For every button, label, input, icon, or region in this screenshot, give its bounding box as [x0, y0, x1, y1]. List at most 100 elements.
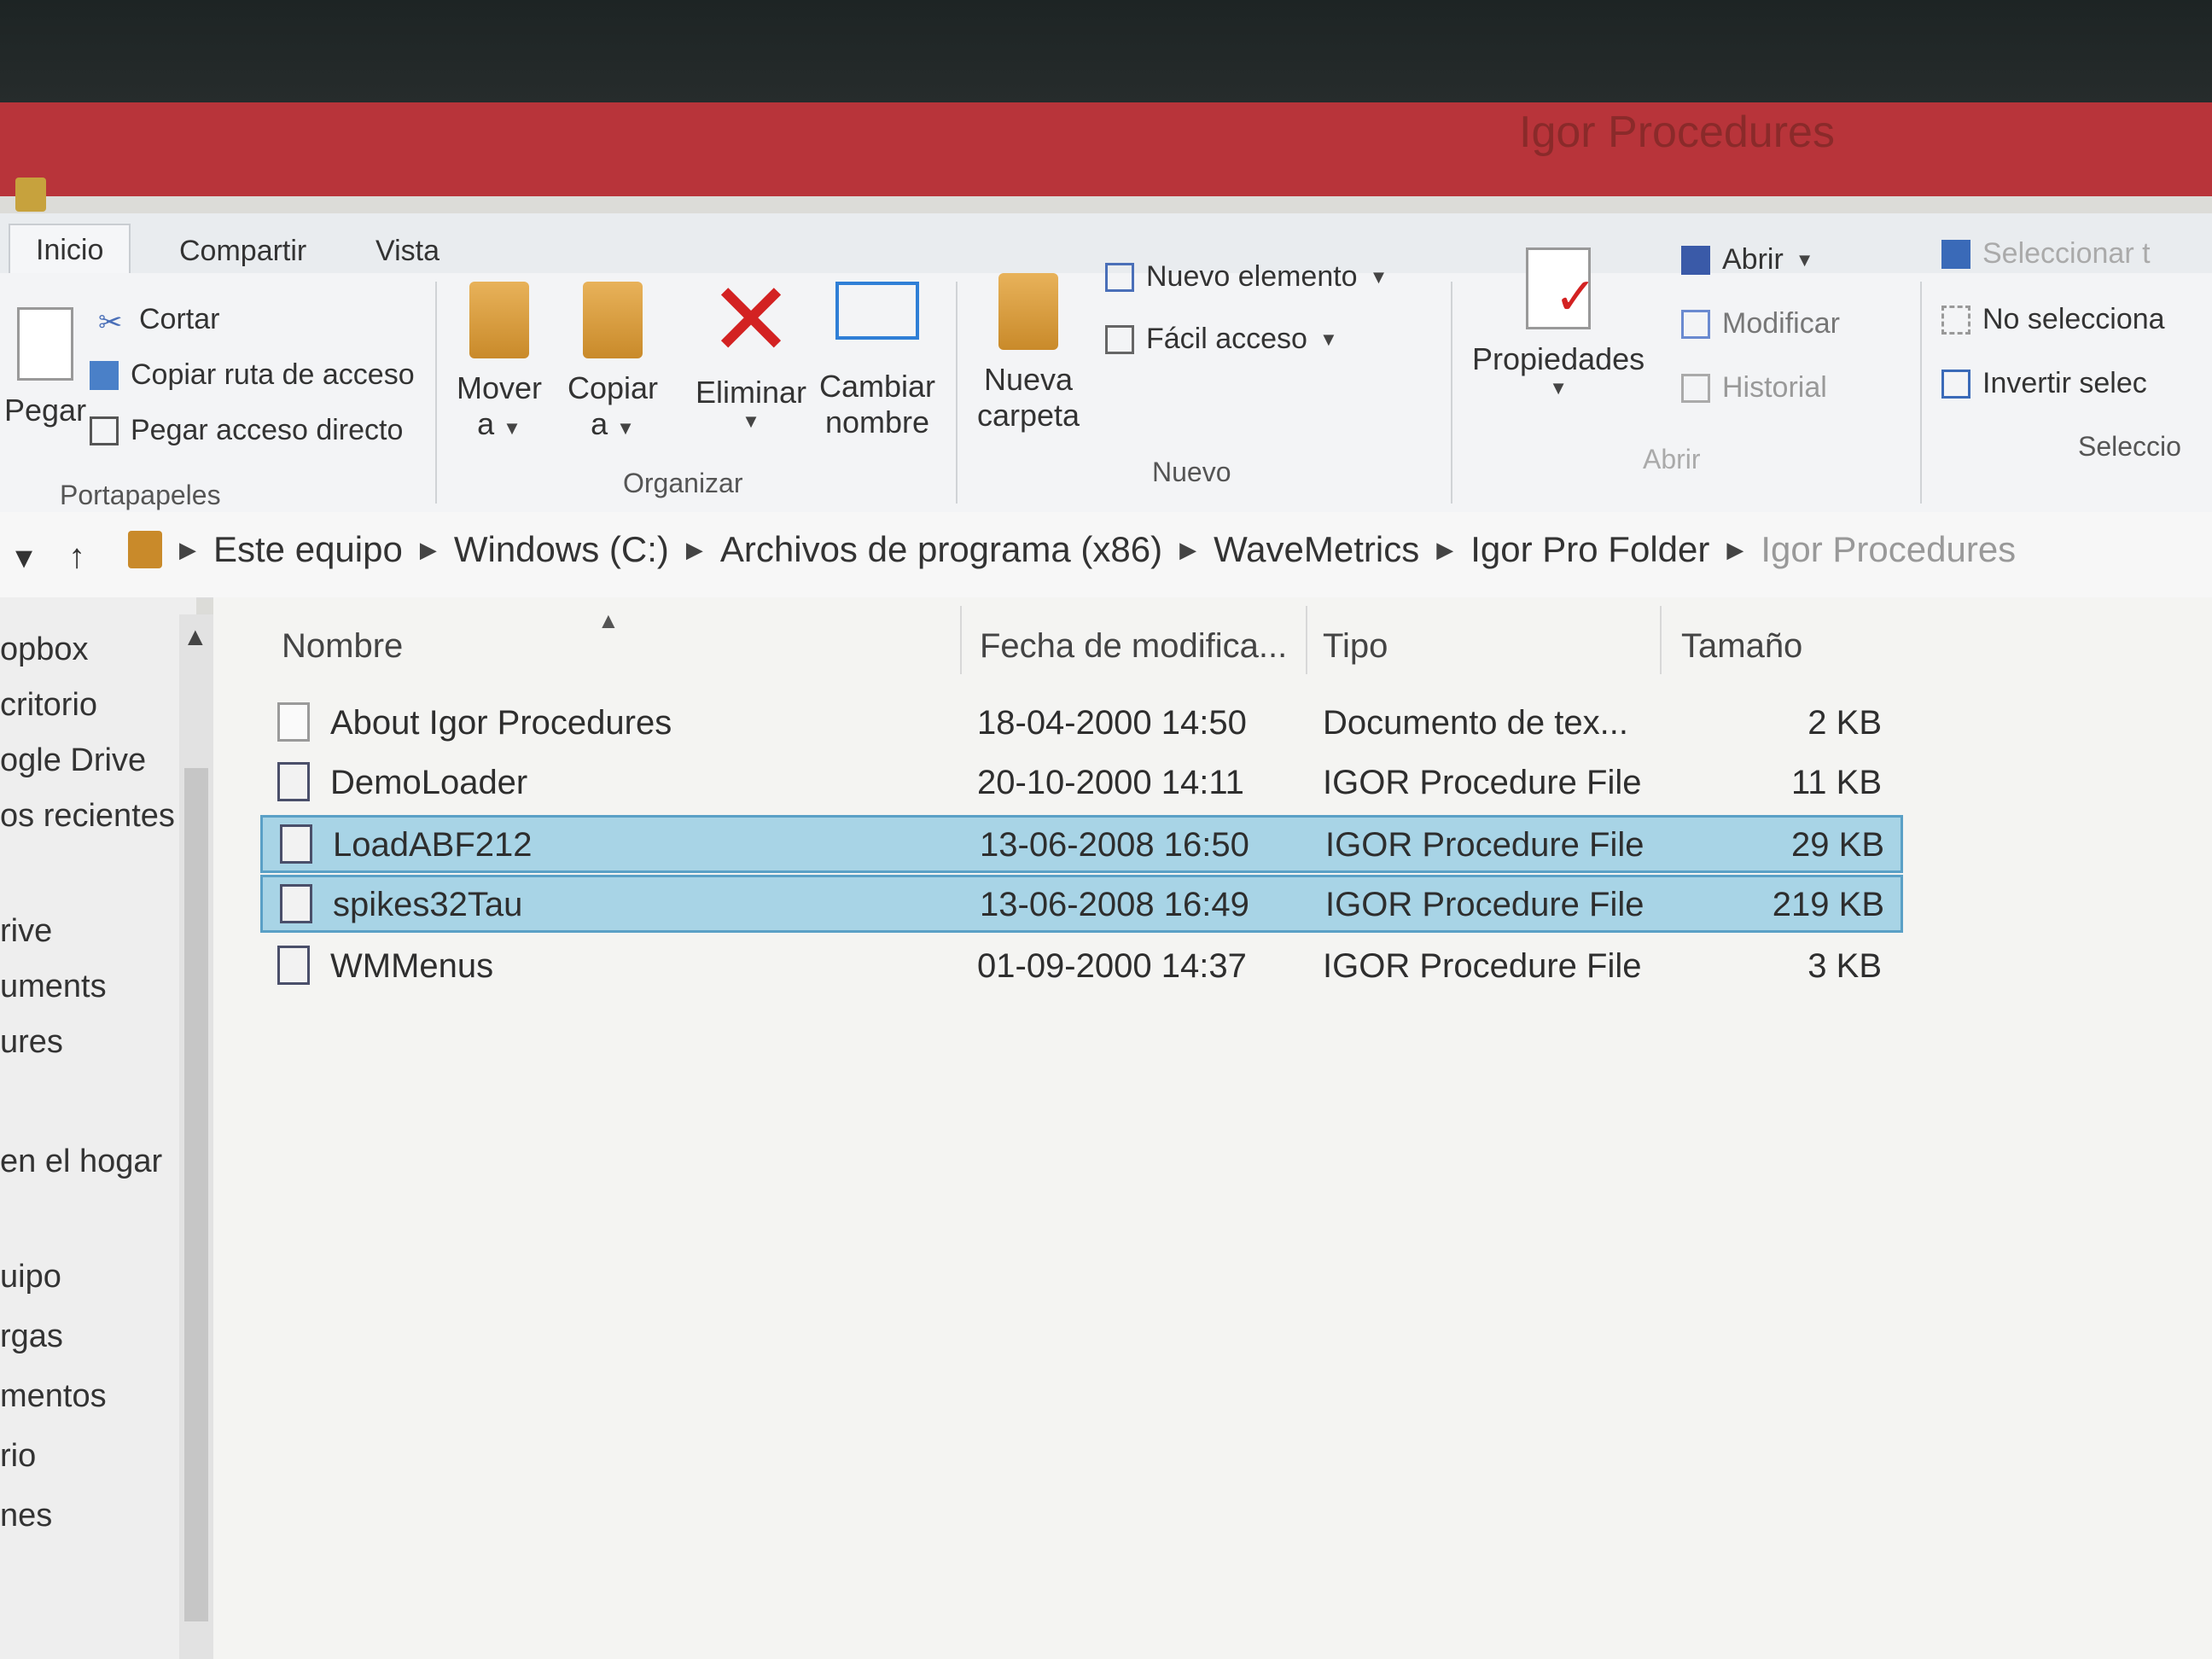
group-label-portapapeles: Portapapeles	[60, 480, 221, 510]
history-button[interactable]: Historial	[1681, 371, 1827, 405]
chevron-down-icon: ▼	[1795, 248, 1814, 271]
igor-procedure-file-icon	[280, 884, 312, 923]
new-folder-icon	[998, 273, 1059, 350]
nav-item[interactable]: nes	[0, 1498, 52, 1534]
file-date: 13-06-2008 16:49	[980, 886, 1249, 923]
select-none-label: No selecciona	[1982, 303, 2165, 335]
breadcrumb-igor-procedures[interactable]: Igor Procedures	[1761, 529, 2016, 570]
modify-label: Modificar	[1722, 307, 1840, 340]
copy-path-icon	[90, 360, 119, 390]
breadcrumb-windows-c[interactable]: Windows (C:)	[454, 529, 669, 570]
breadcrumb-wavemetrics[interactable]: WaveMetrics	[1214, 529, 1419, 570]
properties-button[interactable]: ✓ Propiedades ▼	[1472, 247, 1644, 399]
delete-button[interactable]: ✕ Eliminar ▼	[696, 263, 806, 433]
file-size: 2 KB	[1807, 704, 1882, 742]
file-size: 219 KB	[1772, 886, 1884, 923]
chevron-right-icon[interactable]: ▶	[686, 537, 703, 563]
open-icon	[1681, 245, 1710, 275]
copy-path-button[interactable]: Copiar ruta de acceso	[90, 358, 415, 392]
new-folder-button[interactable]: Nueva carpeta	[977, 273, 1080, 434]
new-item-button[interactable]: Nuevo elemento ▼	[1105, 260, 1388, 294]
window-title: Igor Procedures	[1519, 108, 1835, 157]
nav-item[interactable]: mentos	[0, 1378, 107, 1415]
nav-item[interactable]: rio	[0, 1438, 36, 1475]
column-header-nombre[interactable]: Nombre	[282, 627, 403, 666]
breadcrumb-este-equipo[interactable]: Este equipo	[213, 529, 403, 570]
igor-procedure-file-icon	[280, 824, 312, 864]
group-label-organizar: Organizar	[623, 468, 743, 498]
nav-item[interactable]: ures	[0, 1024, 63, 1061]
ribbon-separator	[1920, 282, 1922, 504]
paste-shortcut-button[interactable]: Pegar acceso directo	[90, 414, 403, 447]
file-name: LoadABF212	[333, 826, 533, 864]
nav-item[interactable]: ogle Drive	[0, 742, 146, 779]
up-arrow-icon[interactable]: ↑	[68, 538, 85, 576]
group-label-abrir: Abrir	[1643, 444, 1701, 474]
chevron-right-icon[interactable]: ▶	[420, 537, 437, 563]
file-date: 13-06-2008 16:50	[980, 826, 1249, 864]
file-row-selected[interactable]: spikes32Tau 13-06-2008 16:49 IGOR Proced…	[260, 875, 1903, 933]
chevron-down-icon: ▼	[503, 417, 521, 439]
nav-item[interactable]: os recientes	[0, 798, 175, 835]
column-divider[interactable]	[1306, 606, 1307, 674]
easy-access-button[interactable]: Fácil acceso ▼	[1105, 323, 1338, 356]
file-row[interactable]: WMMenus 01-09-2000 14:37 IGOR Procedure …	[260, 939, 1903, 997]
file-row[interactable]: DemoLoader 20-10-2000 14:11 IGOR Procedu…	[260, 755, 1903, 813]
column-header-tipo[interactable]: Tipo	[1323, 627, 1388, 666]
select-none-button[interactable]: No selecciona	[1941, 303, 2165, 336]
quick-access-folder-icon[interactable]	[15, 178, 46, 212]
scrollbar-thumb[interactable]	[184, 768, 208, 1621]
chevron-right-icon[interactable]: ▶	[179, 537, 196, 563]
scissors-icon: ✂	[98, 306, 123, 339]
text-document-icon	[277, 702, 310, 742]
igor-procedure-file-icon	[277, 762, 310, 801]
column-header-fecha[interactable]: Fecha de modifica...	[980, 627, 1287, 666]
copy-label-2: a	[591, 406, 608, 441]
breadcrumb-igor-pro-folder[interactable]: Igor Pro Folder	[1470, 529, 1709, 570]
nav-item[interactable]: rgas	[0, 1318, 63, 1355]
nav-item[interactable]: opbox	[0, 632, 89, 668]
column-divider[interactable]	[1660, 606, 1662, 674]
nav-item[interactable]: uments	[0, 969, 107, 1005]
delete-x-icon: ✕	[707, 263, 795, 377]
copy-to-button[interactable]: Copiar a ▼	[568, 282, 658, 442]
move-to-button[interactable]: Mover a ▼	[457, 282, 542, 442]
move-label: Mover	[457, 370, 543, 405]
select-all-button[interactable]: Seleccionar t	[1941, 237, 2151, 271]
chevron-right-icon[interactable]: ▶	[1436, 537, 1453, 563]
nav-item[interactable]: en el hogar	[0, 1144, 162, 1180]
new-folder-label: Nueva	[984, 362, 1074, 397]
column-divider[interactable]	[960, 606, 962, 674]
file-type: IGOR Procedure File	[1325, 886, 1644, 923]
chevron-down-icon: ▼	[1318, 328, 1338, 350]
history-label: Historial	[1722, 371, 1827, 404]
scroll-up-icon[interactable]: ▲	[183, 623, 208, 652]
nav-item[interactable]: rive	[0, 913, 52, 950]
nav-item[interactable]: critorio	[0, 687, 97, 724]
column-header-tamano[interactable]: Tamaño	[1681, 627, 1802, 666]
paste-button[interactable]: Pegar	[4, 307, 86, 428]
open-button[interactable]: Abrir ▼	[1681, 243, 1814, 276]
invert-selection-button[interactable]: Invertir selec	[1941, 367, 2147, 400]
ribbon-separator	[956, 282, 958, 504]
properties-icon: ✓	[1526, 247, 1597, 329]
file-size: 11 KB	[1791, 764, 1882, 801]
breadcrumb-archivos-de-programa[interactable]: Archivos de programa (x86)	[720, 529, 1162, 570]
recent-locations-chevron-icon[interactable]: ▾	[15, 538, 32, 577]
tab-compartir[interactable]: Compartir	[154, 226, 332, 276]
file-type: IGOR Procedure File	[1325, 826, 1644, 864]
nav-item[interactable]: uipo	[0, 1259, 61, 1295]
file-row[interactable]: About Igor Procedures 18-04-2000 14:50 D…	[260, 696, 1903, 754]
nav-scrollbar[interactable]: ▲	[179, 614, 213, 1659]
file-name: About Igor Procedures	[330, 704, 672, 742]
rename-button[interactable]: Cambiar nombre	[819, 282, 935, 440]
modify-button[interactable]: Modificar	[1681, 307, 1840, 341]
cut-button[interactable]: ✂ Cortar	[98, 303, 219, 339]
file-row-selected[interactable]: LoadABF212 13-06-2008 16:50 IGOR Procedu…	[260, 815, 1903, 873]
breadcrumb[interactable]: ▶ Este equipo ▶ Windows (C:) ▶ Archivos …	[128, 529, 2016, 570]
tab-vista[interactable]: Vista	[350, 226, 465, 276]
chevron-right-icon[interactable]: ▶	[1726, 537, 1743, 563]
tab-inicio[interactable]: Inicio	[9, 224, 131, 276]
chevron-right-icon[interactable]: ▶	[1179, 537, 1196, 563]
open-label: Abrir	[1722, 243, 1784, 276]
